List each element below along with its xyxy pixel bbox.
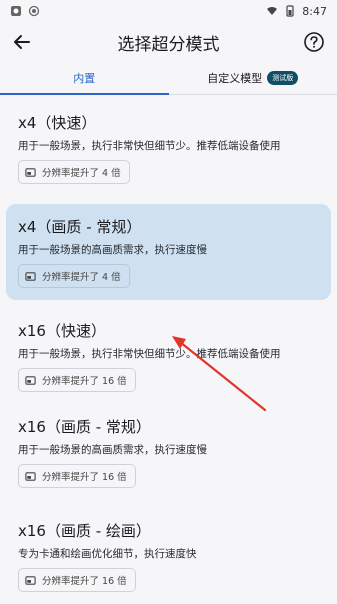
image-size-icon — [25, 271, 36, 282]
beta-badge: 测试版 — [267, 71, 298, 85]
model-description: 用于一般场景的高画质需求，执行速度慢 — [18, 242, 207, 257]
model-description: 用于一般场景的高画质需求，执行速度慢 — [18, 442, 207, 457]
model-card[interactable]: x16（画质 - 绘画） 专为卡通和绘画优化细节，执行速度快 分辨率提升了 16… — [6, 508, 331, 604]
model-name: x16（快速） — [18, 320, 106, 341]
resolution-chip: 分辨率提升了 16 倍 — [18, 368, 136, 392]
model-name: x16（画质 - 常规） — [18, 416, 151, 437]
resolution-chip-label: 分辨率提升了 16 倍 — [42, 469, 127, 483]
back-button[interactable] — [8, 28, 36, 56]
model-description: 用于一般场景，执行非常快但细节少。推荐低端设备使用 — [18, 138, 281, 153]
model-card[interactable]: x16（快速） 用于一般场景，执行非常快但细节少。推荐低端设备使用 分辨率提升了… — [6, 308, 331, 404]
resolution-chip-label: 分辨率提升了 4 倍 — [42, 165, 121, 179]
tab-custom-model-label: 自定义模型 — [207, 70, 262, 86]
resolution-chip-label: 分辨率提升了 16 倍 — [42, 373, 127, 387]
resolution-chip: 分辨率提升了 16 倍 — [18, 464, 136, 488]
model-list: x4（快速） 用于一般场景，执行非常快但细节少。推荐低端设备使用 分辨率提升了 … — [0, 100, 337, 600]
image-size-icon — [25, 375, 36, 386]
model-description: 专为卡通和绘画优化细节，执行速度快 — [18, 546, 197, 561]
image-size-icon — [25, 167, 36, 178]
help-button[interactable] — [301, 29, 327, 55]
wifi-icon — [266, 5, 278, 17]
tab-builtin-label: 内置 — [73, 70, 95, 86]
app-bar: 选择超分模式 — [0, 22, 337, 62]
resolution-chip-label: 分辨率提升了 16 倍 — [42, 573, 127, 587]
tab-custom-model[interactable]: 自定义模型 测试版 — [169, 62, 337, 94]
model-card-selected[interactable]: x4（画质 - 常规） 用于一般场景的高画质需求，执行速度慢 分辨率提升了 4 … — [6, 204, 331, 300]
app-notification-icon — [10, 5, 22, 17]
status-left — [10, 5, 40, 17]
record-notification-icon — [28, 5, 40, 17]
status-time: 8:47 — [302, 5, 327, 18]
tab-bar: 内置 自定义模型 测试版 — [0, 62, 337, 95]
image-size-icon — [25, 471, 36, 482]
image-size-icon — [25, 575, 36, 586]
status-right: 8:47 — [266, 5, 327, 18]
resolution-chip: 分辨率提升了 4 倍 — [18, 264, 130, 288]
battery-icon — [284, 5, 296, 17]
model-description: 用于一般场景，执行非常快但细节少。推荐低端设备使用 — [18, 346, 281, 361]
resolution-chip-label: 分辨率提升了 4 倍 — [42, 269, 121, 283]
model-card[interactable]: x4（快速） 用于一般场景，执行非常快但细节少。推荐低端设备使用 分辨率提升了 … — [6, 100, 331, 196]
model-name: x16（画质 - 绘画） — [18, 520, 151, 541]
model-name: x4（快速） — [18, 112, 96, 133]
status-bar: 8:47 — [0, 0, 337, 22]
model-name: x4（画质 - 常规） — [18, 216, 141, 237]
resolution-chip: 分辨率提升了 16 倍 — [18, 568, 136, 592]
page-title: 选择超分模式 — [0, 30, 337, 55]
help-icon — [303, 31, 325, 53]
tab-builtin[interactable]: 内置 — [0, 62, 169, 94]
resolution-chip: 分辨率提升了 4 倍 — [18, 160, 130, 184]
model-card[interactable]: x16（画质 - 常规） 用于一般场景的高画质需求，执行速度慢 分辨率提升了 1… — [6, 404, 331, 500]
arrow-back-icon — [12, 32, 32, 52]
